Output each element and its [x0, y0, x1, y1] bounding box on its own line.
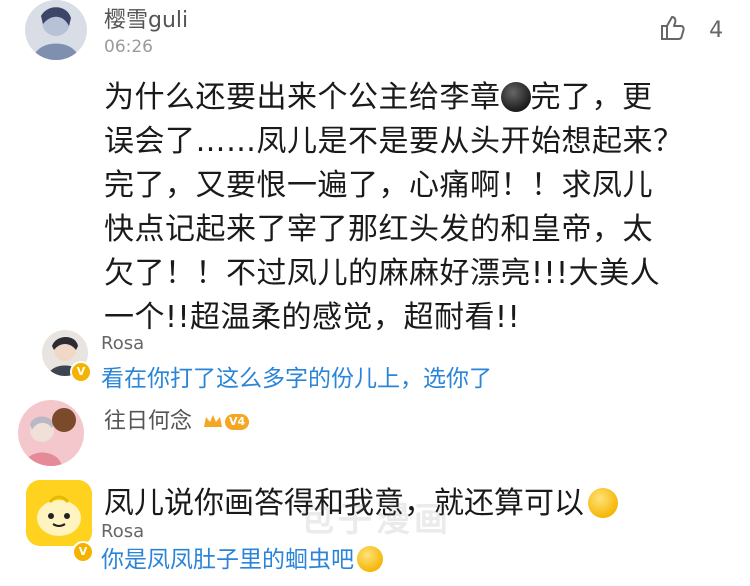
comment2-username[interactable]: 往日何念 V4 [104, 403, 250, 435]
like-button[interactable]: 4 [658, 14, 723, 44]
comment-line-2: 误会了……凤儿是不是要从头开始想起来？ [104, 124, 684, 159]
smirk-emoji-icon [588, 488, 618, 518]
reply2-text: 你是凤凤肚子里的蛔虫吧 [101, 547, 354, 573]
watermark: 包子漫画 [300, 500, 452, 540]
comment-line-1b: 完了，更 [530, 80, 653, 115]
like-count: 4 [709, 17, 724, 43]
comment-line-6: 一个!!超温柔的感觉，超耐看!! [104, 300, 521, 335]
comment-username[interactable]: 樱雪guli [104, 2, 188, 34]
avatar[interactable] [25, 0, 87, 60]
reply-avatar[interactable] [26, 480, 92, 546]
comment-line-4: 快点记起来了宰了那红头发的和皇帝，太 [104, 212, 653, 247]
comment-body: 为什么还要出来个公主给李章 完了，更 误会了……凤儿是不是要从头开始想起来？ 完了… [104, 76, 734, 340]
verified-v-icon: V [70, 361, 92, 383]
level-badge: V4 [225, 414, 250, 430]
reply-username[interactable]: Rosa [101, 333, 144, 354]
reply2-text-row: 你是凤凤肚子里的蛔虫吧 [101, 540, 383, 574]
comment-line-5: 欠了！！不过凤儿的麻麻好漂亮!!!大美人 [104, 256, 661, 291]
avatar[interactable] [18, 400, 84, 466]
verified-v-icon: V [72, 541, 94, 563]
comment-line-3: 完了，又要恨一遍了，心痛啊！！求凤儿 [104, 168, 653, 203]
comment2-username-text: 往日何念 [104, 409, 193, 434]
reply-text: 看在你打了这么多字的份儿上，选你了 [101, 366, 492, 392]
crown-icon [203, 410, 223, 435]
dark-face-emoji-icon [500, 82, 531, 112]
reply2-username[interactable]: Rosa [101, 521, 144, 542]
thumbs-up-icon [658, 14, 686, 46]
comment-timestamp: 06:26 [104, 37, 153, 57]
comment-line-1a: 为什么还要出来个公主给李章 [104, 80, 501, 115]
smirk-emoji-icon [357, 546, 383, 572]
